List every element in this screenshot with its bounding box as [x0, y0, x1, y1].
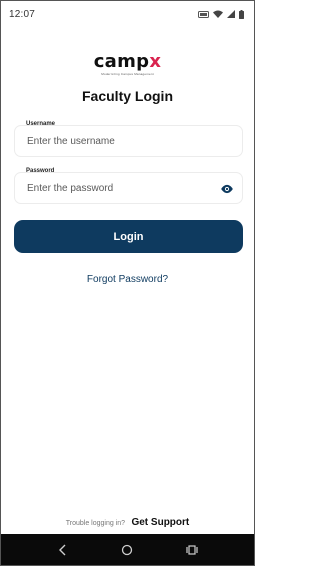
password-field[interactable]	[14, 172, 243, 204]
password-input[interactable]	[27, 182, 230, 194]
logo-word-main: camp	[93, 51, 150, 72]
recents-icon[interactable]	[182, 540, 202, 560]
username-input[interactable]	[27, 135, 230, 147]
status-bar: 12:07	[1, 1, 254, 27]
logo-tagline: Modernizing Campus Management	[101, 72, 154, 76]
logo-word-accent: x	[149, 51, 162, 72]
phone-screen: 12:07 campx Modernizing Campus Managemen…	[0, 0, 255, 566]
login-button[interactable]: Login	[14, 220, 243, 253]
campx-logo: campx Modernizing Campus Management	[1, 53, 254, 77]
battery-saver-icon	[198, 10, 209, 18]
status-icons	[198, 9, 244, 19]
eye-icon[interactable]	[220, 182, 234, 196]
logo-wordmark: campx	[94, 53, 162, 71]
trouble-text: Trouble logging in?	[65, 520, 126, 527]
username-field[interactable]	[14, 125, 243, 157]
back-icon[interactable]	[53, 540, 73, 560]
page-title: Faculty Login	[82, 88, 173, 104]
home-icon[interactable]	[117, 540, 137, 560]
wifi-icon	[213, 10, 223, 18]
signal-icon	[227, 10, 235, 18]
forgot-password-link[interactable]: Forgot Password?	[1, 274, 254, 285]
status-time: 12:07	[9, 8, 36, 20]
battery-icon	[239, 9, 244, 19]
support-line: Trouble logging in? Get Support	[1, 512, 254, 530]
navigation-bar	[1, 534, 254, 565]
get-support-link[interactable]: Get Support	[131, 517, 189, 528]
